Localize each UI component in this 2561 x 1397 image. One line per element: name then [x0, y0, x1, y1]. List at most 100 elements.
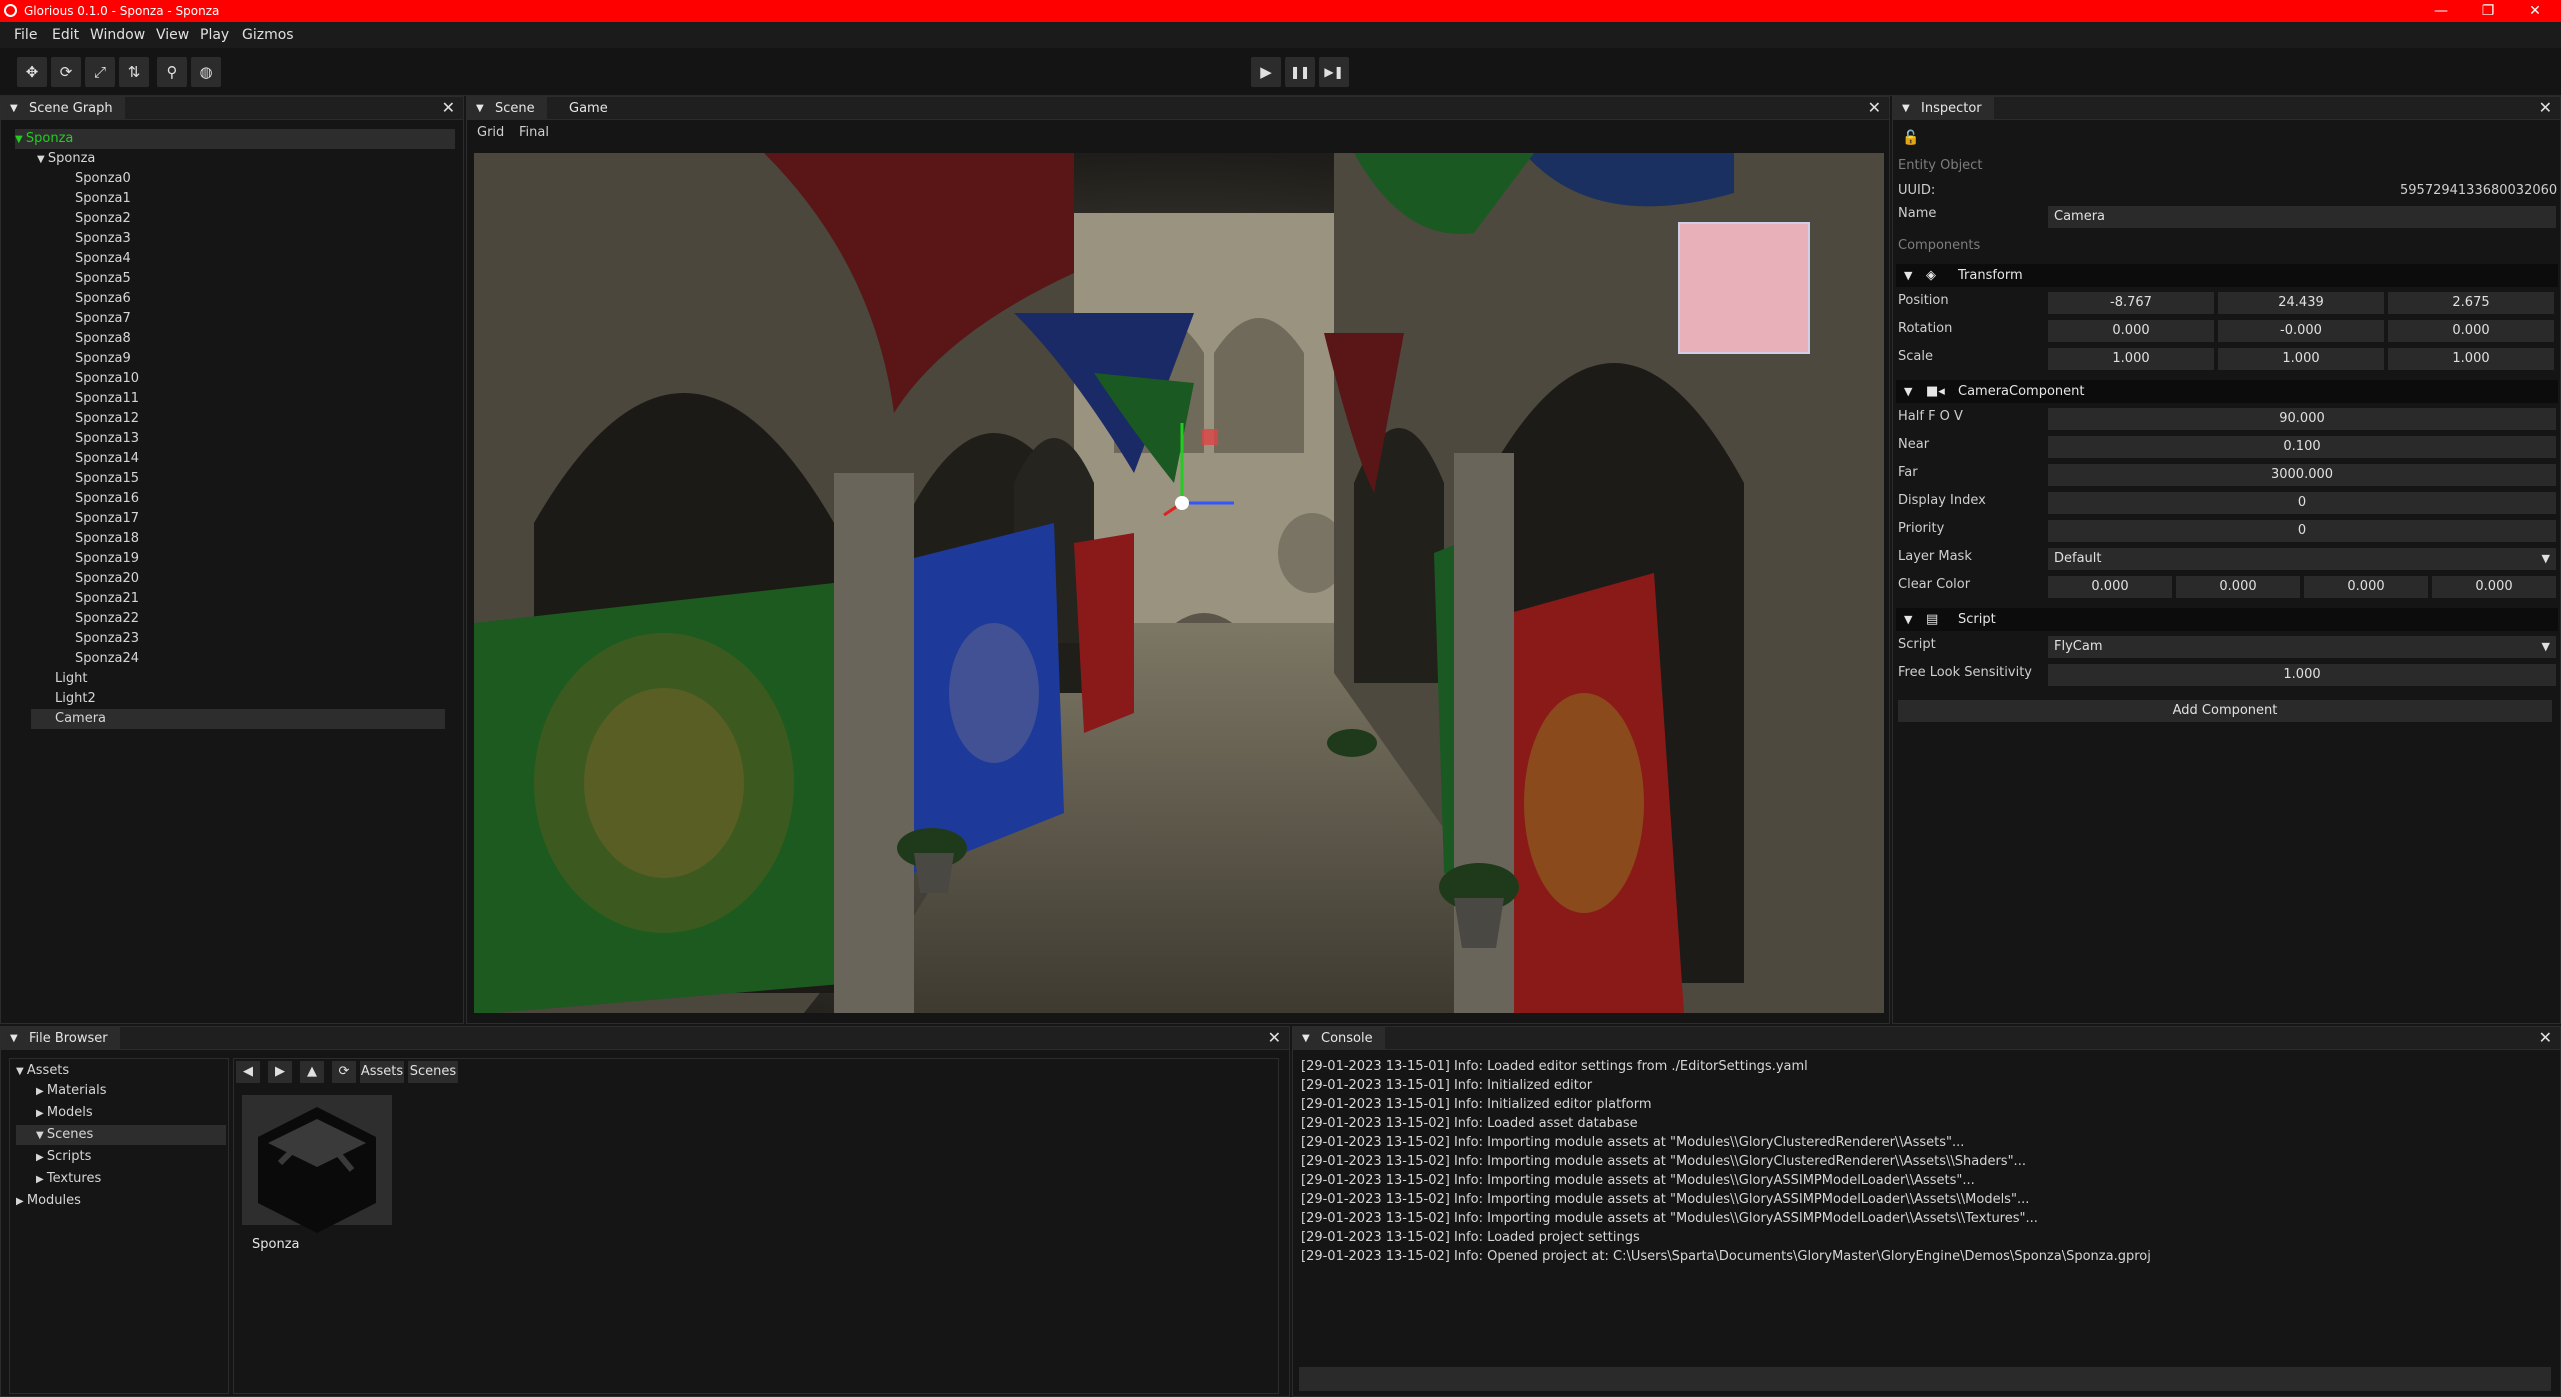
folder-textures[interactable]: ▶ Textures: [16, 1169, 226, 1189]
scale-z-field[interactable]: 1.000: [2388, 348, 2554, 370]
tree-item[interactable]: Sponza8: [15, 329, 455, 349]
universal-tool-icon[interactable]: ⇅: [119, 57, 149, 87]
display-index-field[interactable]: 0: [2048, 492, 2556, 514]
refresh-icon[interactable]: ⟳: [332, 1061, 356, 1083]
path-crumb-assets[interactable]: Assets: [360, 1061, 404, 1083]
tree-item[interactable]: Sponza17: [15, 509, 455, 529]
minimize-button[interactable]: —: [2418, 0, 2464, 22]
menu-file[interactable]: File: [14, 27, 37, 43]
forward-arrow-icon[interactable]: ▶: [268, 1061, 292, 1083]
tree-item-light2[interactable]: Light2: [15, 689, 455, 709]
translate-tool-icon[interactable]: ✥: [17, 57, 47, 87]
script-dropdown[interactable]: FlyCam ▼: [2048, 636, 2556, 658]
unlock-icon[interactable]: 🔓: [1902, 130, 1919, 146]
tree-item[interactable]: Sponza6: [15, 289, 455, 309]
scene-viewport[interactable]: [474, 153, 1884, 1013]
tree-item[interactable]: Sponza18: [15, 529, 455, 549]
back-arrow-icon[interactable]: ◀: [236, 1061, 260, 1083]
maximize-button[interactable]: ❐: [2465, 0, 2511, 22]
close-window-button[interactable]: ✕: [2512, 0, 2558, 22]
clear-color-r-field[interactable]: 0.000: [2048, 576, 2172, 598]
collapse-icon[interactable]: ▼: [10, 97, 18, 120]
camera-component-header[interactable]: ▼ ■◂ CameraComponent: [1896, 380, 2558, 403]
folder-scripts[interactable]: ▶ Scripts: [16, 1147, 226, 1167]
tree-item[interactable]: Sponza24: [15, 649, 455, 669]
menu-gizmos[interactable]: Gizmos: [242, 27, 294, 43]
tree-item[interactable]: Sponza22: [15, 609, 455, 629]
tree-item[interactable]: Sponza7: [15, 309, 455, 329]
tab-game[interactable]: Game: [559, 97, 620, 120]
script-component-header[interactable]: ▼ ▤ Script: [1896, 608, 2558, 631]
tree-item[interactable]: Sponza19: [15, 549, 455, 569]
tree-item[interactable]: Sponza14: [15, 449, 455, 469]
folder-assets[interactable]: ▼ Assets: [16, 1061, 226, 1081]
tree-item[interactable]: Sponza4: [15, 249, 455, 269]
play-button[interactable]: ▶: [1251, 57, 1281, 87]
tree-item[interactable]: Sponza16: [15, 489, 455, 509]
dropdown-arrow-icon[interactable]: ▼: [2542, 548, 2550, 570]
tree-item-light[interactable]: Light: [15, 669, 455, 689]
tree-item[interactable]: Sponza11: [15, 389, 455, 409]
near-field[interactable]: 0.100: [2048, 436, 2556, 458]
tree-item-parent[interactable]: ▼ Sponza: [15, 149, 455, 169]
name-input[interactable]: Camera: [2048, 206, 2556, 228]
tree-item[interactable]: Sponza9: [15, 349, 455, 369]
collapse-icon[interactable]: ▼: [1904, 380, 1912, 403]
position-z-field[interactable]: 2.675: [2388, 292, 2554, 314]
tree-item[interactable]: Sponza1: [15, 189, 455, 209]
tree-item[interactable]: Sponza23: [15, 629, 455, 649]
tree-item[interactable]: Sponza13: [15, 429, 455, 449]
clear-color-a-field[interactable]: 0.000: [2432, 576, 2556, 598]
tree-item-camera[interactable]: Camera: [31, 709, 445, 729]
menu-window[interactable]: Window: [90, 27, 145, 43]
rotate-tool-icon[interactable]: ⟳: [51, 57, 81, 87]
step-button[interactable]: ▶❚: [1319, 57, 1349, 87]
scale-y-field[interactable]: 1.000: [2218, 348, 2384, 370]
tree-item[interactable]: Sponza15: [15, 469, 455, 489]
folder-models[interactable]: ▶ Models: [16, 1103, 226, 1123]
scale-x-field[interactable]: 1.000: [2048, 348, 2214, 370]
rotation-y-field[interactable]: -0.000: [2218, 320, 2384, 342]
clear-color-g-field[interactable]: 0.000: [2176, 576, 2300, 598]
collapse-icon[interactable]: ▼: [1904, 264, 1912, 287]
scale-tool-icon[interactable]: ⤢: [85, 57, 115, 87]
tree-item[interactable]: Sponza10: [15, 369, 455, 389]
tree-item[interactable]: Sponza2: [15, 209, 455, 229]
collapse-icon[interactable]: ▼: [476, 97, 484, 120]
subtab-final[interactable]: Final: [519, 125, 549, 140]
close-icon[interactable]: ✕: [1868, 98, 1881, 118]
add-component-button[interactable]: Add Component: [1898, 700, 2552, 722]
far-field[interactable]: 3000.000: [2048, 464, 2556, 486]
close-icon[interactable]: ✕: [2539, 1028, 2552, 1048]
up-arrow-icon[interactable]: ▲: [300, 1061, 324, 1083]
half-fov-field[interactable]: 90.000: [2048, 408, 2556, 430]
free-look-sensitivity-field[interactable]: 1.000: [2048, 664, 2556, 686]
folder-scenes[interactable]: ▼ Scenes: [16, 1125, 226, 1145]
collapse-icon[interactable]: ▼: [1302, 1027, 1310, 1050]
file-item[interactable]: Sponza: [242, 1095, 392, 1252]
folder-materials[interactable]: ▶ Materials: [16, 1081, 226, 1101]
collapse-icon[interactable]: ▼: [1902, 97, 1910, 120]
tree-item-root[interactable]: ▼ Sponza: [15, 129, 455, 149]
pause-button[interactable]: ❚❚: [1285, 57, 1315, 87]
tree-item[interactable]: Sponza3: [15, 229, 455, 249]
tab-scene-graph[interactable]: ▼ Scene Graph: [1, 97, 125, 120]
menu-play[interactable]: Play: [200, 27, 229, 43]
priority-field[interactable]: 0: [2048, 520, 2556, 542]
tree-item[interactable]: Sponza12: [15, 409, 455, 429]
clear-color-b-field[interactable]: 0.000: [2304, 576, 2428, 598]
close-icon[interactable]: ✕: [2539, 98, 2552, 118]
tab-console[interactable]: ▼ Console: [1293, 1027, 1385, 1050]
layer-mask-dropdown[interactable]: Default ▼: [2048, 548, 2556, 570]
folder-modules[interactable]: ▶ Modules: [16, 1191, 226, 1211]
close-icon[interactable]: ✕: [442, 98, 455, 118]
tree-item[interactable]: Sponza20: [15, 569, 455, 589]
collapse-icon[interactable]: ▼: [10, 1027, 18, 1050]
collapse-icon[interactable]: ▼: [1904, 608, 1912, 631]
rotation-x-field[interactable]: 0.000: [2048, 320, 2214, 342]
position-y-field[interactable]: 24.439: [2218, 292, 2384, 314]
path-crumb-scenes[interactable]: Scenes: [408, 1061, 458, 1083]
pin-icon[interactable]: ⚲: [157, 57, 187, 87]
tab-inspector[interactable]: ▼ Inspector: [1893, 97, 1994, 120]
menu-edit[interactable]: Edit: [52, 27, 79, 43]
